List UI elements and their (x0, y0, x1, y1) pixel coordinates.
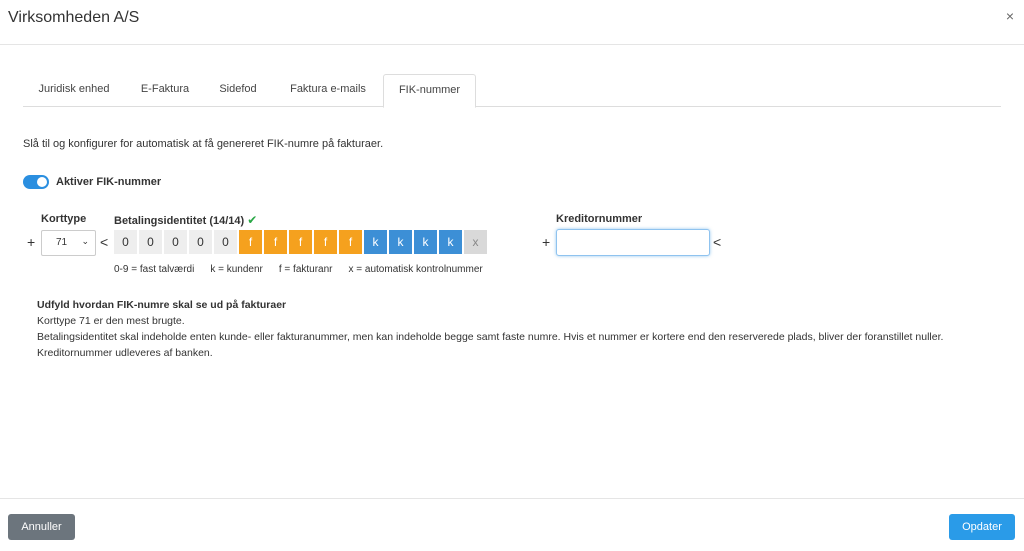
korttype-value: 71 (56, 237, 68, 248)
betaling-label: Betalingsidentitet (14/14) ✔ (114, 213, 257, 227)
less-than-icon: < (713, 234, 722, 250)
close-icon[interactable]: × (1006, 8, 1014, 24)
korttype-select[interactable]: 71 ⌄ (41, 230, 96, 256)
dialog-footer: Annuller Opdater (0, 498, 1024, 551)
cell-customer[interactable]: k (439, 230, 462, 254)
toggle-label: Aktiver FIK-nummer (56, 176, 162, 188)
cell-invoice[interactable]: f (339, 230, 362, 254)
fik-toggle[interactable] (23, 175, 49, 189)
cell-fixed[interactable]: 0 (114, 230, 137, 254)
cell-customer[interactable]: k (364, 230, 387, 254)
cell-fixed[interactable]: 0 (214, 230, 237, 254)
plus-icon: + (542, 234, 551, 250)
tab-e-faktura[interactable]: E-Faktura (129, 74, 201, 107)
cell-control: x (464, 230, 487, 254)
cell-fixed[interactable]: 0 (139, 230, 162, 254)
less-than-icon: < (100, 234, 109, 250)
kreditor-input[interactable] (556, 229, 710, 256)
cell-legend: 0-9 = fast talværdi k = kundenr f = fakt… (114, 264, 499, 275)
cell-invoice[interactable]: f (239, 230, 262, 254)
kreditor-label: Kreditornummer (556, 213, 643, 225)
update-button[interactable]: Opdater (949, 514, 1015, 540)
cell-customer[interactable]: k (414, 230, 437, 254)
cell-fixed[interactable]: 0 (164, 230, 187, 254)
legend-control: x = automatisk kontrolnummer (348, 264, 483, 275)
plus-icon: + (27, 234, 36, 250)
chevron-down-icon: ⌄ (81, 236, 89, 246)
dialog-header: Virksomheden A/S × (0, 0, 1024, 45)
fik-description: Slå til og konfigurer for automatisk at … (23, 138, 384, 150)
tab-juridisk-enhed[interactable]: Juridisk enhed (23, 74, 125, 107)
info-block: Udfyld hvordan FIK-numre skal se ud på f… (37, 297, 987, 361)
cell-fixed[interactable]: 0 (189, 230, 212, 254)
legend-customer: k = kundenr (210, 264, 263, 275)
betaling-cells: 0 0 0 0 0 f f f f f k k k k x (114, 230, 487, 254)
info-line: Betalingsidentitet skal indeholde enten … (37, 331, 944, 343)
cell-invoice[interactable]: f (289, 230, 312, 254)
info-line: Korttype 71 er den mest brugte. (37, 315, 185, 327)
cancel-button[interactable]: Annuller (8, 514, 75, 540)
info-heading: Udfyld hvordan FIK-numre skal se ud på f… (37, 299, 287, 311)
tab-fik-nummer[interactable]: FIK-nummer (383, 74, 476, 108)
tab-bar: Juridisk enhed E-Faktura Sidefod Faktura… (23, 74, 1001, 108)
legend-invoice: f = fakturanr (278, 264, 333, 275)
cell-customer[interactable]: k (389, 230, 412, 254)
betaling-label-text: Betalingsidentitet (14/14) (114, 215, 245, 227)
korttype-label: Korttype (41, 213, 87, 225)
tab-sidefod[interactable]: Sidefod (207, 74, 269, 107)
dialog-title: Virksomheden A/S (8, 9, 140, 26)
check-icon: ✔ (247, 213, 258, 227)
toggle-knob (37, 177, 47, 187)
cell-invoice[interactable]: f (264, 230, 287, 254)
cell-invoice[interactable]: f (314, 230, 337, 254)
legend-fixed: 0-9 = fast talværdi (114, 264, 195, 275)
tab-faktura-emails[interactable]: Faktura e-mails (278, 74, 378, 107)
info-line: Kreditornummer udleveres af banken. (37, 347, 213, 359)
